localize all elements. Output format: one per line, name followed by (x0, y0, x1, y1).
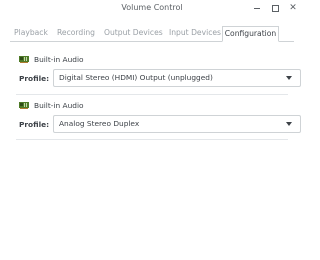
close-button[interactable]: ✕ (288, 3, 298, 13)
chevron-down-icon (286, 122, 292, 126)
profile-select[interactable]: Analog Stereo Duplex (53, 115, 301, 133)
tab-input-devices[interactable]: Input Devices (169, 26, 221, 40)
card-title: Built-in Audio (34, 55, 84, 64)
tab-output-devices[interactable]: Output Devices (104, 26, 163, 40)
audio-card-1: Built-in Audio Profile: Digital Stereo (… (16, 54, 301, 87)
profile-row: Profile: Digital Stereo (HDMI) Output (u… (16, 69, 301, 87)
tab-recording[interactable]: Recording (56, 26, 96, 40)
tab-playback[interactable]: Playback (14, 26, 48, 40)
tab-configuration[interactable]: Configuration (222, 26, 279, 42)
audio-card-2: Built-in Audio Profile: Analog Stereo Du… (16, 100, 301, 133)
separator (16, 94, 288, 95)
tab-bar: Playback Recording Output Devices Input … (10, 26, 294, 42)
minimize-button[interactable] (252, 3, 262, 13)
card-header: Built-in Audio (16, 100, 288, 112)
chevron-down-icon (286, 76, 292, 80)
maximize-button[interactable] (270, 3, 280, 13)
profile-label: Profile: (19, 74, 50, 83)
volume-control-window: Volume Control ✕ Playback Recording Outp… (0, 0, 304, 260)
audio-card-icon (19, 56, 29, 63)
minimize-icon (254, 8, 260, 9)
close-icon: ✕ (289, 3, 297, 13)
separator (16, 139, 288, 140)
profile-label: Profile: (19, 120, 50, 129)
profile-select[interactable]: Digital Stereo (HDMI) Output (unplugged) (53, 69, 301, 87)
card-header: Built-in Audio (16, 54, 288, 66)
profile-select-value: Digital Stereo (HDMI) Output (unplugged) (59, 73, 213, 82)
maximize-icon (272, 5, 279, 12)
profile-row: Profile: Analog Stereo Duplex (16, 115, 301, 133)
profile-select-value: Analog Stereo Duplex (59, 119, 140, 128)
titlebar: Volume Control ✕ (0, 0, 304, 18)
audio-card-icon (19, 102, 29, 109)
card-title: Built-in Audio (34, 101, 84, 110)
